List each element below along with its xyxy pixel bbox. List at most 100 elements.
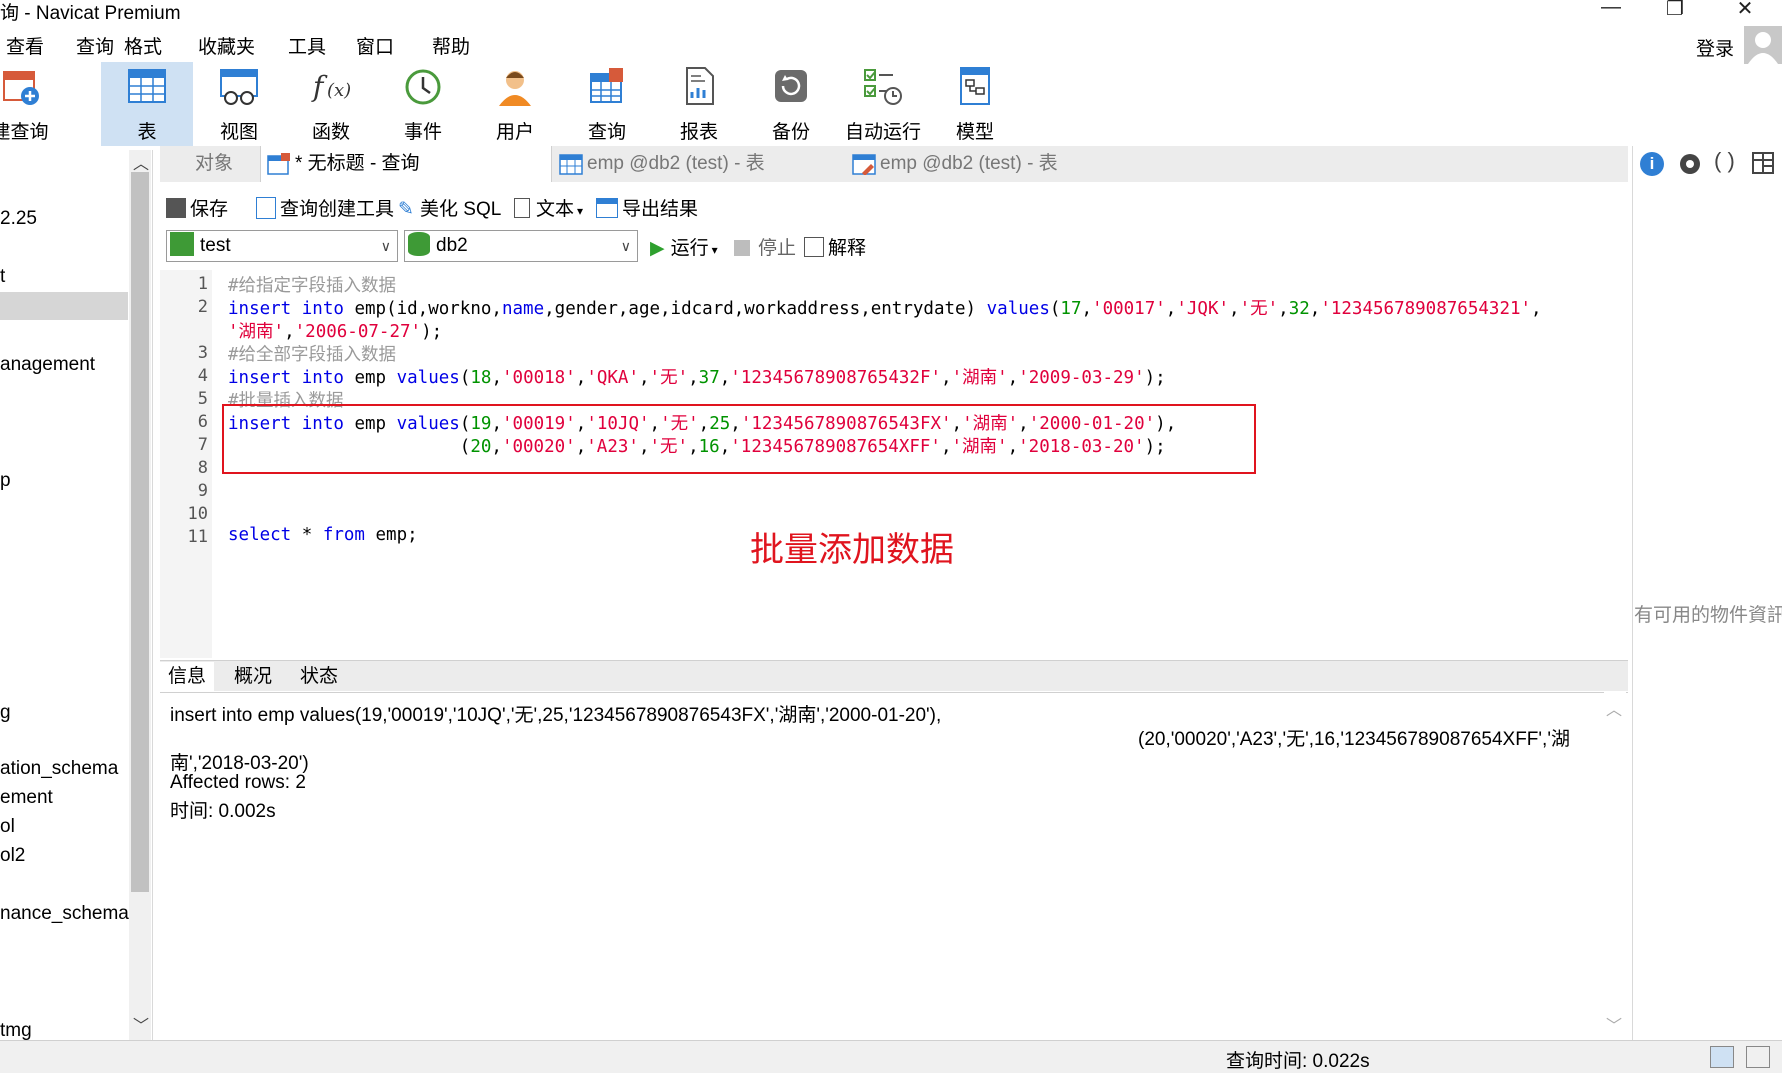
scroll-down-icon[interactable]: ﹀ <box>1606 1012 1622 1036</box>
line-number: 3 <box>197 343 208 363</box>
close-icon[interactable]: ✕ <box>1730 0 1760 21</box>
tree-item[interactable]: ement <box>0 787 53 809</box>
explain-icon <box>804 237 824 257</box>
status-bar <box>0 1040 1782 1073</box>
toggle-left-panel-icon[interactable] <box>1710 1046 1734 1068</box>
model-button[interactable]: 模型 <box>929 62 1021 146</box>
stop-icon <box>734 240 750 256</box>
export-icon <box>596 198 618 218</box>
line-number: 4 <box>197 366 208 386</box>
result-tab-bar <box>160 660 1628 691</box>
beautify-sql-button[interactable]: ✎ 美化 SQL <box>398 194 501 221</box>
query-builder-button[interactable]: 查询创建工具 <box>256 194 394 221</box>
tree-scrollbar-thumb[interactable] <box>131 172 149 892</box>
table-tab-icon <box>559 153 583 175</box>
scroll-up-icon[interactable]: ︿ <box>1606 696 1622 720</box>
tree-item[interactable]: anagement <box>0 354 95 376</box>
query-button[interactable]: 查询 <box>561 62 653 146</box>
object-info-panel <box>1632 146 1782 1040</box>
menu-window[interactable]: 窗口 <box>356 32 394 59</box>
tree-item[interactable]: nance_schema <box>0 903 129 925</box>
save-button[interactable]: 保存 <box>166 194 228 221</box>
login-link[interactable]: 登录 <box>1696 34 1734 61</box>
line-number: 10 <box>187 504 208 524</box>
tab-overview[interactable]: 概况 <box>226 662 280 692</box>
scroll-down-icon[interactable]: ﹀ <box>133 1012 149 1036</box>
avatar-icon[interactable] <box>1744 26 1782 64</box>
menu-query[interactable]: 查询 <box>76 32 114 59</box>
menu-help[interactable]: 帮助 <box>432 32 470 59</box>
code-line: '湖南','2006-07-27'); <box>228 322 443 342</box>
new-query-button[interactable]: 建查询 <box>0 62 66 146</box>
highlight-box <box>222 404 1256 474</box>
run-button[interactable]: ▶ 运行 ▾ <box>650 233 718 260</box>
database-icon <box>408 232 430 256</box>
menu-tools[interactable]: 工具 <box>288 32 326 59</box>
tree-item[interactable]: p <box>0 470 11 492</box>
restore-icon[interactable]: ❐ <box>1660 0 1690 21</box>
table-edit-tab-icon <box>852 153 876 175</box>
tab-status[interactable]: 状态 <box>292 662 346 692</box>
line-number: 7 <box>197 435 208 455</box>
report-button[interactable]: 报表 <box>653 62 745 146</box>
result-scrollbar[interactable] <box>1604 692 1626 1040</box>
table-button[interactable]: 表 <box>101 62 193 146</box>
query-tab-icon <box>267 152 291 175</box>
stop-button[interactable]: 停止 <box>734 233 796 260</box>
ddl-icon[interactable]: ( ) <box>1714 148 1735 174</box>
explain-button[interactable]: 解释 <box>804 233 866 260</box>
connection-select[interactable]: test ∨ <box>166 230 398 262</box>
dropdown-arrow-icon: ▾ <box>711 243 718 257</box>
menu-view[interactable]: 查看 <box>6 32 44 59</box>
auto-run-button[interactable]: 自动运行 <box>837 62 929 146</box>
selected-tree-row[interactable] <box>0 292 128 320</box>
line-number: 11 <box>187 527 208 547</box>
report-icon <box>679 66 719 106</box>
no-object-info-text: 有可用的物件資訊 <box>1634 605 1782 626</box>
tab-emp-table-1[interactable]: emp @db2 (test) - 表 <box>555 146 845 182</box>
function-button[interactable]: f (x) 函数 <box>285 62 377 146</box>
tree-item[interactable]: g <box>0 702 11 724</box>
tree-item[interactable]: t <box>0 266 5 288</box>
title-bar <box>0 0 1782 24</box>
export-results-button[interactable]: 导出结果 <box>596 194 698 221</box>
tab-objects[interactable]: 对象 <box>170 146 258 182</box>
code-line: insert into emp(id,workno,name,gender,ag… <box>228 299 1542 319</box>
query-icon <box>587 66 627 106</box>
tab-untitled-query[interactable]: * 无标题 - 查询 <box>260 146 552 182</box>
chevron-down-icon: ∨ <box>380 238 391 254</box>
view-button[interactable]: 视图 <box>193 62 285 146</box>
database-select[interactable]: db2 ∨ <box>404 230 638 262</box>
info-icon[interactable]: i <box>1640 152 1664 176</box>
tree-item[interactable]: 2.25 <box>0 208 37 230</box>
text-button[interactable]: 文本 ▾ <box>514 194 583 221</box>
table-icon <box>127 66 167 106</box>
minimize-icon[interactable]: — <box>1596 0 1626 19</box>
tab-emp-table-2[interactable]: emp @db2 (test) - 表 <box>848 146 1138 182</box>
tab-info[interactable]: 信息 <box>160 662 215 692</box>
menu-favorites[interactable]: 收藏夹 <box>198 32 255 59</box>
chevron-down-icon: ∨ <box>620 238 631 254</box>
preview-icon[interactable] <box>1678 152 1702 176</box>
connection-icon <box>170 232 194 256</box>
line-number: 6 <box>197 412 208 432</box>
backup-icon <box>771 66 811 106</box>
event-button[interactable]: 事件 <box>377 62 469 146</box>
event-clock-icon <box>403 66 443 106</box>
result-line: (20,'00020','A23','无',16,'12345678908765… <box>1138 729 1570 750</box>
menu-format[interactable]: 格式 <box>124 32 162 59</box>
user-button[interactable]: 用户 <box>469 62 561 146</box>
toggle-right-panel-icon[interactable] <box>1746 1046 1770 1068</box>
svg-text:(x): (x) <box>327 80 351 101</box>
backup-button[interactable]: 备份 <box>745 62 837 146</box>
tree-item[interactable]: ol2 <box>0 845 25 867</box>
tree-item[interactable]: ol <box>0 816 15 838</box>
tree-item[interactable]: ation_schema <box>0 758 118 780</box>
query-time-label: 查询时间: 0.022s <box>1226 1051 1370 1072</box>
new-query-icon <box>0 66 40 106</box>
line-number: 1 <box>197 274 208 294</box>
layout-icon[interactable] <box>1752 152 1774 174</box>
tree-item[interactable]: tmg <box>0 1020 32 1042</box>
scroll-up-icon[interactable]: ︿ <box>133 150 149 174</box>
run-play-icon: ▶ <box>650 238 665 259</box>
